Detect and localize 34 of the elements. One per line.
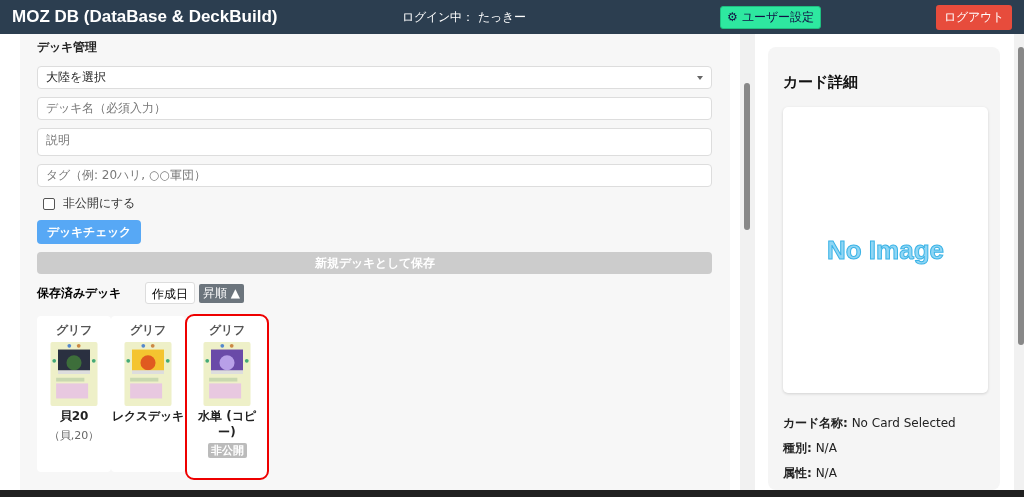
order-button[interactable]: 昇順 ▲: [199, 283, 245, 303]
private-checkbox[interactable]: [43, 197, 55, 210]
detail-field: 種別: N/A: [783, 440, 988, 457]
deck-tags: （貝,20）: [48, 427, 100, 443]
scrollbar[interactable]: [740, 34, 755, 490]
detail-field: 属性: N/A: [783, 465, 988, 482]
saved-decks-label: 保存済みデッキ: [37, 284, 122, 302]
no-image-text: No Image: [827, 234, 944, 266]
deck-check-button[interactable]: デッキチェック: [37, 220, 141, 245]
checkbox-label: 非公開にする: [63, 195, 135, 213]
user-settings-button[interactable]: ⚙ ユーザー設定: [720, 5, 821, 29]
app-title: MOZ DB (DataBase & DeckBuild): [12, 7, 279, 27]
deck-category: グリフ: [56, 322, 92, 339]
deck-name: 貝20: [58, 409, 90, 425]
deck-card[interactable]: グリフ レクスデッキ: [111, 316, 185, 472]
scrollbar[interactable]: [1014, 34, 1024, 490]
logout-button[interactable]: ログアウト: [936, 4, 1012, 30]
deck-category: グリフ: [130, 322, 166, 339]
continent-select[interactable]: 大陸を選択: [37, 66, 712, 89]
detail-field: カード名称: No Card Selected: [783, 415, 988, 432]
caret-icon: [697, 75, 703, 80]
login-status: ログイン中： たっきー: [402, 8, 527, 26]
deck-category: グリフ: [209, 322, 245, 339]
description-field[interactable]: 説明: [37, 128, 712, 157]
panel-title: デッキ管理: [37, 39, 98, 53]
private-badge: 非公開: [207, 443, 247, 459]
sort-field[interactable]: 作成日: [145, 282, 195, 304]
deck-name: 水単 (コピー): [197, 409, 257, 441]
deck-name: レクスデッキ: [112, 409, 184, 425]
tag-field[interactable]: タグ（例: 20ハリ, ○○軍団）: [37, 164, 712, 188]
deck-card[interactable]: グリフ 水単 (コピー) 非公開: [185, 314, 269, 480]
deck-name-field[interactable]: デッキ名（必須入力）: [37, 97, 712, 120]
deck-card[interactable]: グリフ 貝20 （貝,20）: [37, 316, 111, 472]
detail-title: カード詳細: [783, 73, 859, 93]
